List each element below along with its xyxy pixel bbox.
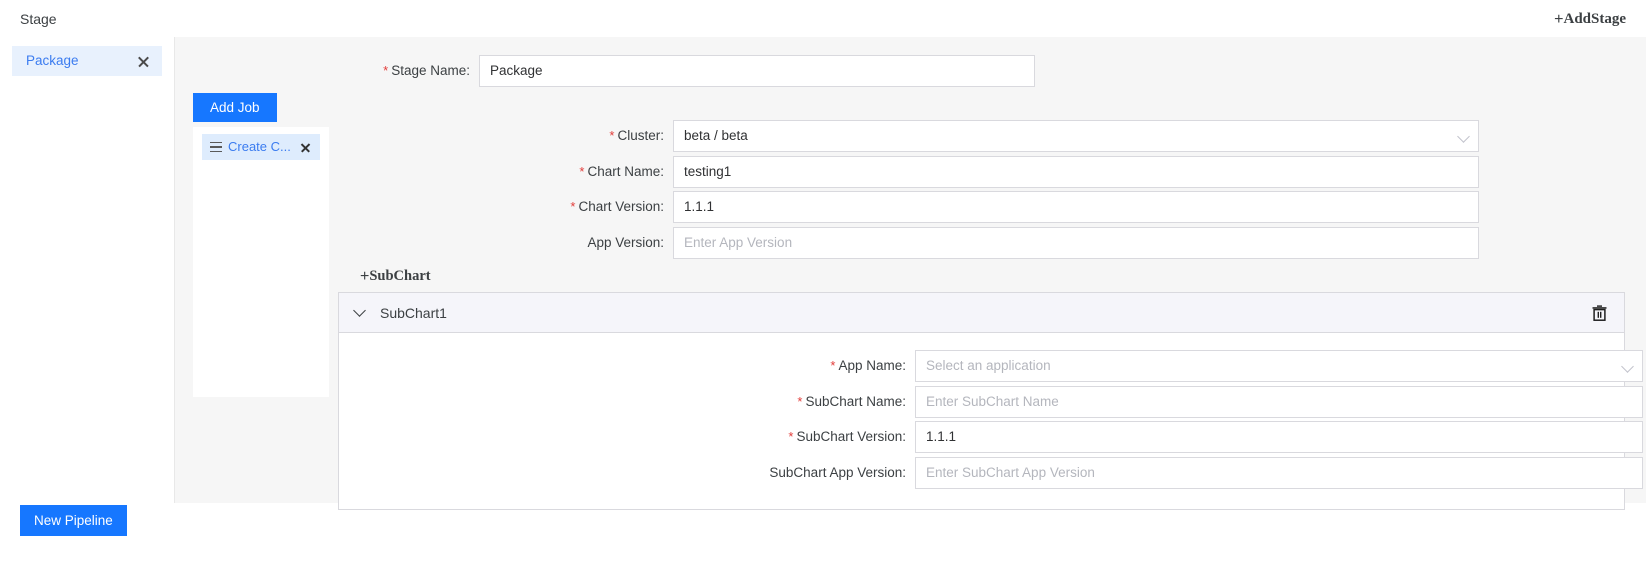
chevron-down-icon: [1621, 360, 1634, 373]
add-subchart-label: SubChart: [369, 268, 430, 284]
subchart-app-version-placeholder: Enter SubChart App Version: [926, 464, 1095, 482]
app-name-select[interactable]: Select an application: [915, 350, 1643, 382]
drag-handle-icon[interactable]: [210, 142, 222, 152]
subchart-app-version-label: SubChart App Version:: [633, 464, 915, 482]
required-asterisk: *: [579, 164, 584, 179]
required-asterisk: *: [383, 63, 388, 78]
stage-item-label: Package: [26, 52, 137, 70]
form-row-subchart-name: *SubChart Name: Enter SubChart Name: [633, 386, 1643, 418]
chevron-down-icon[interactable]: [353, 304, 366, 317]
chart-version-input[interactable]: 1.1.1: [673, 191, 1479, 223]
chevron-down-icon: [1457, 130, 1470, 143]
stage-list-sidebar: Package New Pipeline: [0, 37, 174, 583]
subchart-panel: SubChart1 *App Name: Select a: [338, 292, 1625, 510]
stage-name-input[interactable]: Package: [479, 55, 1035, 87]
subchart-app-version-input[interactable]: Enter SubChart App Version: [915, 457, 1643, 489]
app-name-placeholder: Select an application: [926, 357, 1051, 375]
cluster-select[interactable]: beta / beta: [673, 120, 1479, 152]
form-row-subchart-version: *SubChart Version: 1.1.1: [633, 421, 1643, 453]
app-version-input[interactable]: Enter App Version: [673, 227, 1479, 259]
subchart-name-input[interactable]: Enter SubChart Name: [915, 386, 1643, 418]
app-version-label: App Version:: [379, 234, 673, 252]
plus-icon: +: [360, 268, 369, 285]
app-name-label: *App Name:: [633, 357, 915, 375]
required-asterisk: *: [570, 199, 575, 214]
add-stage-label: AddStage: [1563, 11, 1626, 27]
stage-item-package[interactable]: Package: [12, 46, 162, 76]
job-list: Create C...: [193, 127, 329, 397]
form-row-app-version: App Version: Enter App Version: [379, 227, 1479, 259]
app-version-placeholder: Enter App Version: [684, 234, 792, 252]
subchart-version-input[interactable]: 1.1.1: [915, 421, 1643, 453]
subchart-panel-body: *App Name: Select an application *SubCha…: [339, 333, 1624, 509]
form-row-cluster: *Cluster: beta / beta: [379, 120, 1479, 152]
subchart-title: SubChart1: [380, 304, 447, 322]
stage-detail-panel: Add Job Create C... *Stage Name: Package…: [174, 37, 1646, 503]
chart-name-label: *Chart Name:: [379, 163, 673, 181]
form-row-subchart-app-version: SubChart App Version: Enter SubChart App…: [633, 457, 1643, 489]
form-row-chart-version: *Chart Version: 1.1.1: [379, 191, 1479, 223]
add-subchart-button[interactable]: +SubChart: [360, 267, 431, 286]
close-icon[interactable]: [300, 142, 311, 153]
topbar: Stage +AddStage: [0, 0, 1646, 37]
required-asterisk: *: [788, 429, 793, 444]
subchart-version-label: *SubChart Version:: [633, 428, 915, 446]
form-row-app-name: *App Name: Select an application: [633, 350, 1643, 382]
pipeline-stage-editor: Stage +AddStage Package New Pipeline Add…: [0, 0, 1646, 583]
cluster-label: *Cluster:: [379, 127, 673, 145]
new-pipeline-button[interactable]: New Pipeline: [20, 505, 127, 536]
subchart-name-placeholder: Enter SubChart Name: [926, 393, 1059, 411]
chart-name-input[interactable]: testing1: [673, 156, 1479, 188]
required-asterisk: *: [797, 394, 802, 409]
required-asterisk: *: [609, 128, 614, 143]
close-icon[interactable]: [137, 55, 150, 68]
add-stage-button[interactable]: +AddStage: [1554, 10, 1626, 29]
required-asterisk: *: [830, 358, 835, 373]
subchart-name-label: *SubChart Name:: [633, 393, 915, 411]
job-item-create-chart[interactable]: Create C...: [202, 134, 320, 160]
stage-name-label: *Stage Name:: [379, 62, 479, 80]
form-row-stage-name: *Stage Name: Package: [379, 55, 1409, 87]
subchart-panel-header[interactable]: SubChart1: [339, 293, 1624, 333]
form-row-chart-name: *Chart Name: testing1: [379, 156, 1479, 188]
chart-version-label: *Chart Version:: [379, 198, 673, 216]
job-item-label: Create C...: [228, 138, 300, 156]
page-title: Stage: [20, 10, 57, 28]
add-job-button[interactable]: Add Job: [193, 93, 277, 122]
delete-icon[interactable]: [1592, 305, 1607, 321]
